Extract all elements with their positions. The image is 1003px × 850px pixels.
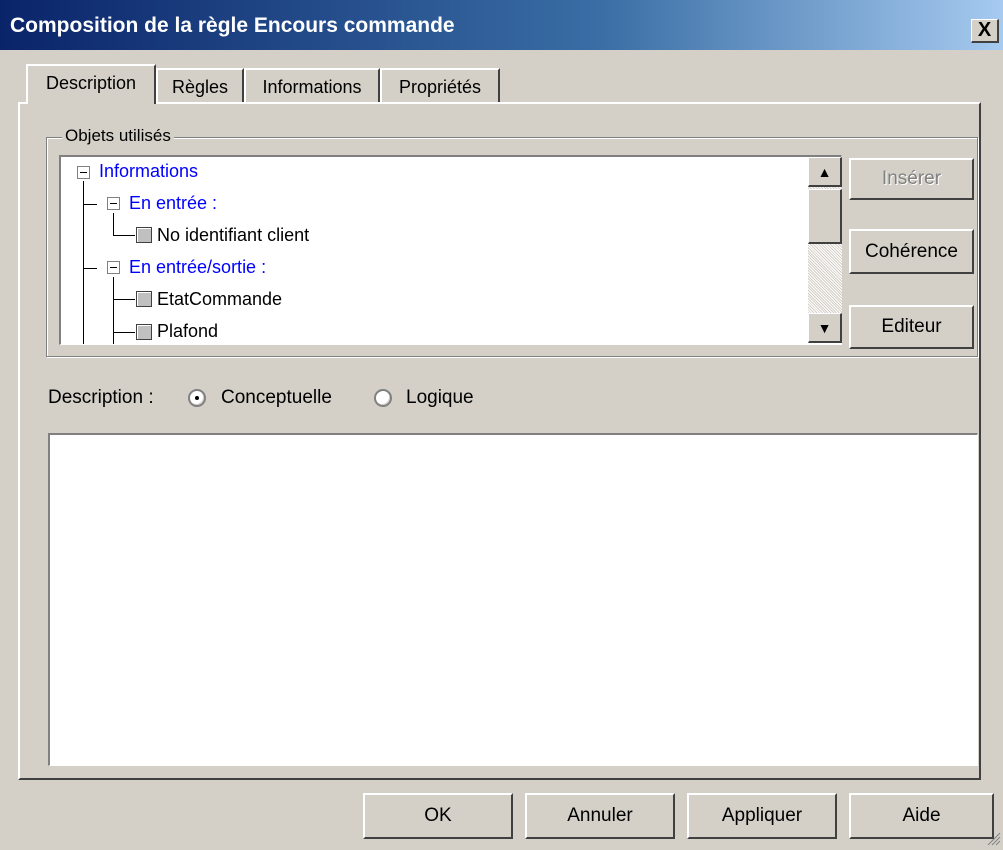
aide-button[interactable]: Aide [849, 793, 994, 839]
close-button[interactable]: X [971, 19, 999, 43]
arrow-down-icon: ▼ [817, 320, 832, 336]
radio-logique[interactable] [374, 389, 392, 407]
appliquer-label: Appliquer [721, 805, 803, 826]
tree-node-en-entree-sortie[interactable]: En entrée/sortie : [129, 257, 266, 278]
close-icon: X [977, 19, 992, 41]
scroll-down-button[interactable]: ▼ [808, 313, 842, 343]
tree-leaf-no-identifiant-client[interactable]: No identifiant client [157, 225, 309, 246]
tree-leaf-plafond[interactable]: Plafond [157, 321, 218, 342]
field-icon [136, 324, 152, 340]
radio-conceptuelle-label[interactable]: Conceptuelle [221, 387, 332, 409]
inserer-button[interactable]: Insérer [849, 158, 974, 200]
collapse-icon[interactable] [107, 261, 120, 274]
field-icon [136, 291, 152, 307]
radio-logique-label[interactable]: Logique [406, 387, 474, 409]
tree-node-en-entree[interactable]: En entrée : [129, 193, 217, 214]
tree-connector [113, 277, 114, 344]
tree-connector [113, 299, 135, 300]
objects-tree[interactable]: Informations En entrée : No identifiant … [59, 155, 842, 345]
tab-proprietes[interactable]: Propriétés [380, 68, 500, 102]
arrow-up-icon: ▲ [817, 164, 832, 180]
description-label: Description : [48, 387, 154, 408]
window-title: Composition de la règle Encours commande [10, 14, 455, 37]
tree-leaf-etatcommande[interactable]: EtatCommande [157, 289, 282, 310]
tab-informations-label: Informations [262, 77, 362, 97]
collapse-icon[interactable] [107, 197, 120, 210]
collapse-icon[interactable] [77, 166, 90, 179]
radio-conceptuelle[interactable] [188, 389, 206, 407]
tree-scrollbar[interactable]: ▲ ▼ [808, 157, 842, 343]
editeur-button[interactable]: Editeur [849, 305, 974, 349]
resize-grip-icon[interactable] [985, 830, 1001, 846]
description-textarea[interactable] [48, 433, 978, 766]
tree-connector [113, 213, 114, 235]
scroll-thumb[interactable] [808, 189, 842, 244]
tree-connector [83, 204, 97, 205]
editeur-label: Editeur [881, 316, 942, 337]
inserer-label: Insérer [881, 168, 942, 189]
tab-proprietes-label: Propriétés [398, 77, 482, 97]
field-icon [136, 227, 152, 243]
coherence-label: Cohérence [865, 241, 958, 262]
tree-connector [83, 181, 84, 344]
ok-label: OK [424, 805, 452, 826]
tab-regles-label: Règles [171, 77, 229, 97]
scroll-up-button[interactable]: ▲ [808, 157, 842, 187]
tab-informations[interactable]: Informations [244, 68, 380, 102]
objects-groupbox-label: Objets utilisés [62, 126, 174, 146]
tree-node-informations[interactable]: Informations [99, 161, 198, 182]
aide-label: Aide [902, 805, 941, 826]
tab-description[interactable]: Description [26, 64, 156, 104]
tab-regles[interactable]: Règles [156, 68, 244, 102]
ok-button[interactable]: OK [363, 793, 513, 839]
tree-connector [83, 268, 97, 269]
annuler-button[interactable]: Annuler [525, 793, 675, 839]
coherence-button[interactable]: Cohérence [849, 229, 974, 274]
tree-connector [113, 235, 135, 236]
tree-connector [113, 332, 135, 333]
tab-description-label: Description [45, 73, 137, 93]
appliquer-button[interactable]: Appliquer [687, 793, 837, 839]
annuler-label: Annuler [567, 805, 633, 826]
